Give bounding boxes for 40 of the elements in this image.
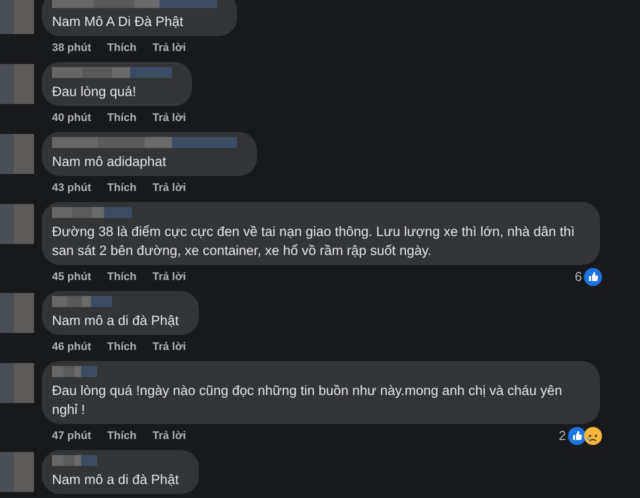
like-link[interactable]: Thích	[107, 182, 136, 194]
blurred-name	[52, 455, 97, 466]
comment-text: Đường 38 là điểm cực cực đen về tai nạn giao thông. Lưu lượng xe thì lớn, nhà dân thì san sát 2 bên đường, xe container, xe hổ vồ rầm rập suốt ngày.	[52, 223, 576, 260]
avatar-placeholder	[0, 0, 34, 34]
avatar-placeholder	[0, 293, 34, 333]
reply-link[interactable]: Trả lời	[152, 430, 186, 442]
reply-link[interactable]: Trả lời	[152, 42, 186, 54]
like-link[interactable]: Thích	[107, 42, 136, 54]
comment-time: 40 phút	[52, 112, 92, 124]
like-link[interactable]: Thích	[107, 112, 136, 124]
like-link[interactable]: Thích	[107, 340, 136, 352]
avatar-placeholder	[0, 204, 34, 244]
reaction-count: 2	[558, 428, 566, 443]
like-link[interactable]: Thích	[107, 270, 136, 282]
comment-text: Nam mô a di đà Phật	[52, 471, 179, 489]
comment-time: 38 phút	[52, 42, 92, 54]
avatar-placeholder	[0, 134, 34, 174]
reply-link[interactable]: Trả lời	[152, 112, 186, 124]
comment-time: 43 phút	[52, 182, 92, 194]
reply-link[interactable]: Trả lời	[152, 340, 186, 352]
blurred-name	[52, 296, 112, 307]
comment-text: Nam mô adidaphat	[52, 153, 168, 171]
avatar-placeholder	[0, 452, 34, 492]
like-link[interactable]: Thích	[107, 430, 136, 442]
sad-face-icon	[584, 426, 602, 444]
comment-text: Đau lòng quá !ngày nào cũng đọc những tin buồn như này.mong anh chị và cháu yên nghỉ !	[52, 382, 564, 419]
reaction-count: 6	[574, 269, 582, 284]
thumbs-up-icon	[568, 426, 586, 444]
blurred-name	[52, 366, 97, 377]
comment-text: Đau lòng quá!	[52, 83, 138, 101]
comment-text: Nam mô a di đà Phật	[52, 312, 179, 330]
comment-time: 46 phút	[52, 340, 92, 352]
reply-link[interactable]: Trả lời	[152, 270, 186, 282]
avatar-placeholder	[0, 363, 34, 403]
comment-time: 47 phút	[52, 430, 92, 442]
comment-text: Nam Mô A Di Đà Phật	[52, 13, 184, 31]
comment-time: 45 phút	[52, 270, 92, 282]
avatar-placeholder	[0, 64, 34, 104]
reply-link[interactable]: Trả lời	[152, 182, 186, 194]
thumbs-up-icon	[584, 268, 602, 286]
